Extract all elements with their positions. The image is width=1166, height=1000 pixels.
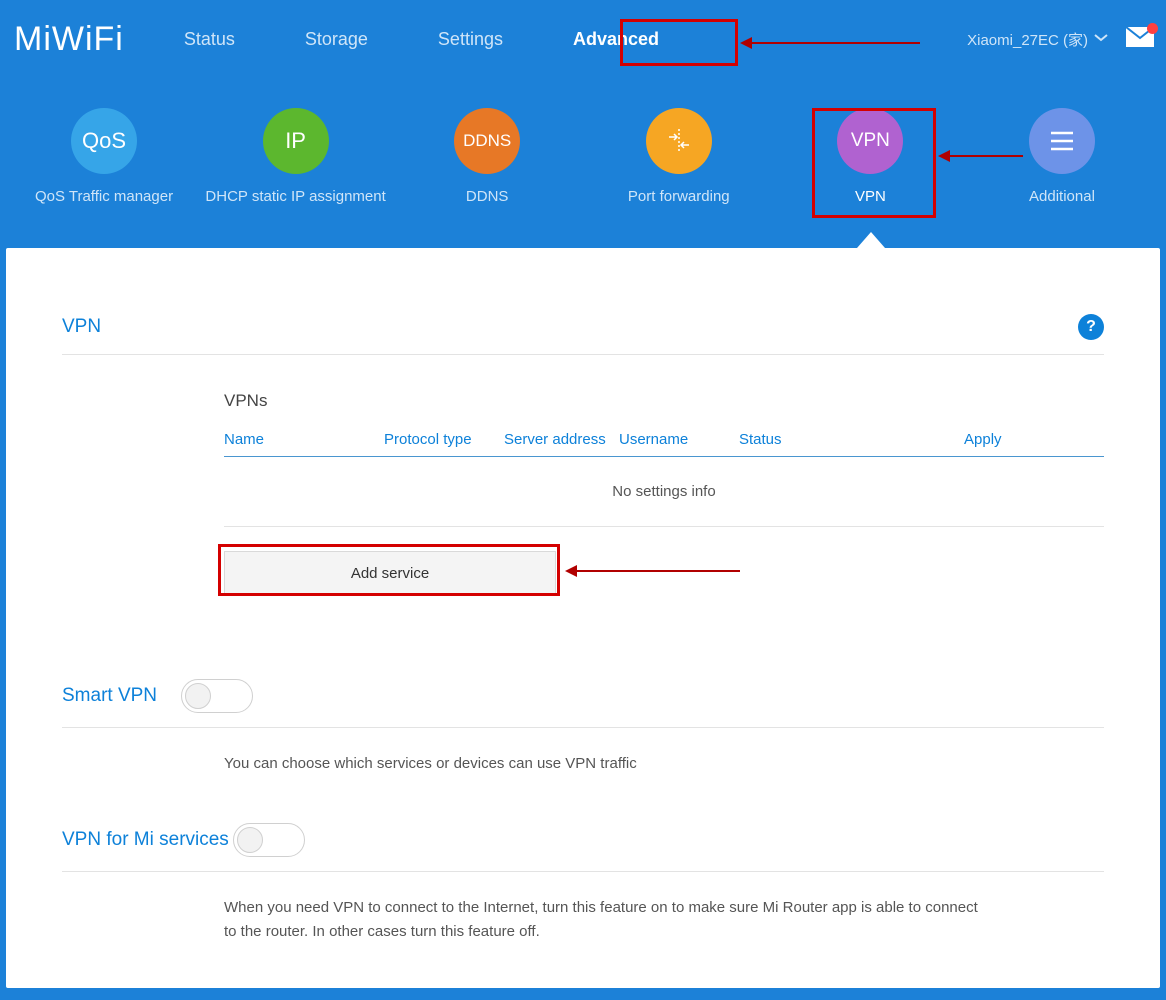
advanced-subnav: QoS QoS Traffic manager IP DHCP static I…	[0, 78, 1166, 233]
subnav-port-forwarding[interactable]: Port forwarding	[599, 108, 759, 205]
nav-advanced[interactable]: Advanced	[573, 29, 659, 50]
col-server: Server address	[504, 431, 619, 448]
subnav-dhcp-ip[interactable]: IP DHCP static IP assignment	[216, 108, 376, 205]
smart-vpn-desc: You can choose which services or devices…	[62, 728, 982, 775]
hamburger-icon	[1029, 108, 1095, 174]
add-service-button[interactable]: Add service	[224, 551, 556, 595]
col-apply: Apply	[964, 431, 1002, 448]
subnav-additional[interactable]: Additional	[982, 108, 1142, 205]
vpn-table-header: Name Protocol type Server address Userna…	[224, 431, 1104, 457]
chevron-down-icon[interactable]	[1094, 30, 1108, 48]
subnav-ddns[interactable]: DDNS DDNS	[407, 108, 567, 205]
ip-icon: IP	[263, 108, 329, 174]
col-username: Username	[619, 431, 739, 448]
nav-status[interactable]: Status	[184, 29, 235, 50]
ddns-icon: DDNS	[454, 108, 520, 174]
notification-badge	[1147, 23, 1158, 34]
content-card: VPN ? VPNs Name Protocol type Server add…	[6, 248, 1160, 988]
nav-storage[interactable]: Storage	[305, 29, 368, 50]
section-title-smart-vpn: Smart VPN	[62, 685, 157, 707]
section-title-mi-vpn: VPN for Mi services	[62, 829, 229, 851]
mi-vpn-toggle[interactable]	[233, 823, 305, 857]
qos-icon: QoS	[71, 108, 137, 174]
help-icon[interactable]: ?	[1078, 314, 1104, 340]
col-status: Status	[739, 431, 964, 448]
subnav-label: DHCP static IP assignment	[205, 188, 385, 205]
wifi-name-dropdown[interactable]: Xiaomi_27EC (家)	[967, 29, 1088, 50]
brand-logo: MiWiFi	[14, 20, 124, 59]
smart-vpn-toggle[interactable]	[181, 679, 253, 713]
subnav-vpn[interactable]: VPN VPN	[790, 108, 950, 205]
mail-icon[interactable]	[1126, 27, 1154, 52]
subnav-label: DDNS	[466, 188, 509, 205]
col-protocol: Protocol type	[384, 431, 504, 448]
subnav-qos[interactable]: QoS QoS Traffic manager	[24, 108, 184, 205]
vpn-list-title: VPNs	[224, 355, 1104, 431]
main-nav: Status Storage Settings Advanced	[184, 29, 659, 50]
subnav-label: QoS Traffic manager	[35, 188, 173, 205]
mi-vpn-desc: When you need VPN to connect to the Inte…	[62, 872, 982, 943]
vpn-icon: VPN	[837, 108, 903, 174]
subnav-label: VPN	[855, 188, 886, 205]
col-name: Name	[224, 431, 384, 448]
subnav-label: Port forwarding	[628, 188, 730, 205]
active-tab-pointer	[857, 232, 885, 248]
vpn-table-empty: No settings info	[224, 457, 1104, 527]
nav-settings[interactable]: Settings	[438, 29, 503, 50]
port-forward-icon	[646, 108, 712, 174]
section-title-vpn: VPN	[62, 316, 101, 338]
subnav-label: Additional	[1029, 188, 1095, 205]
